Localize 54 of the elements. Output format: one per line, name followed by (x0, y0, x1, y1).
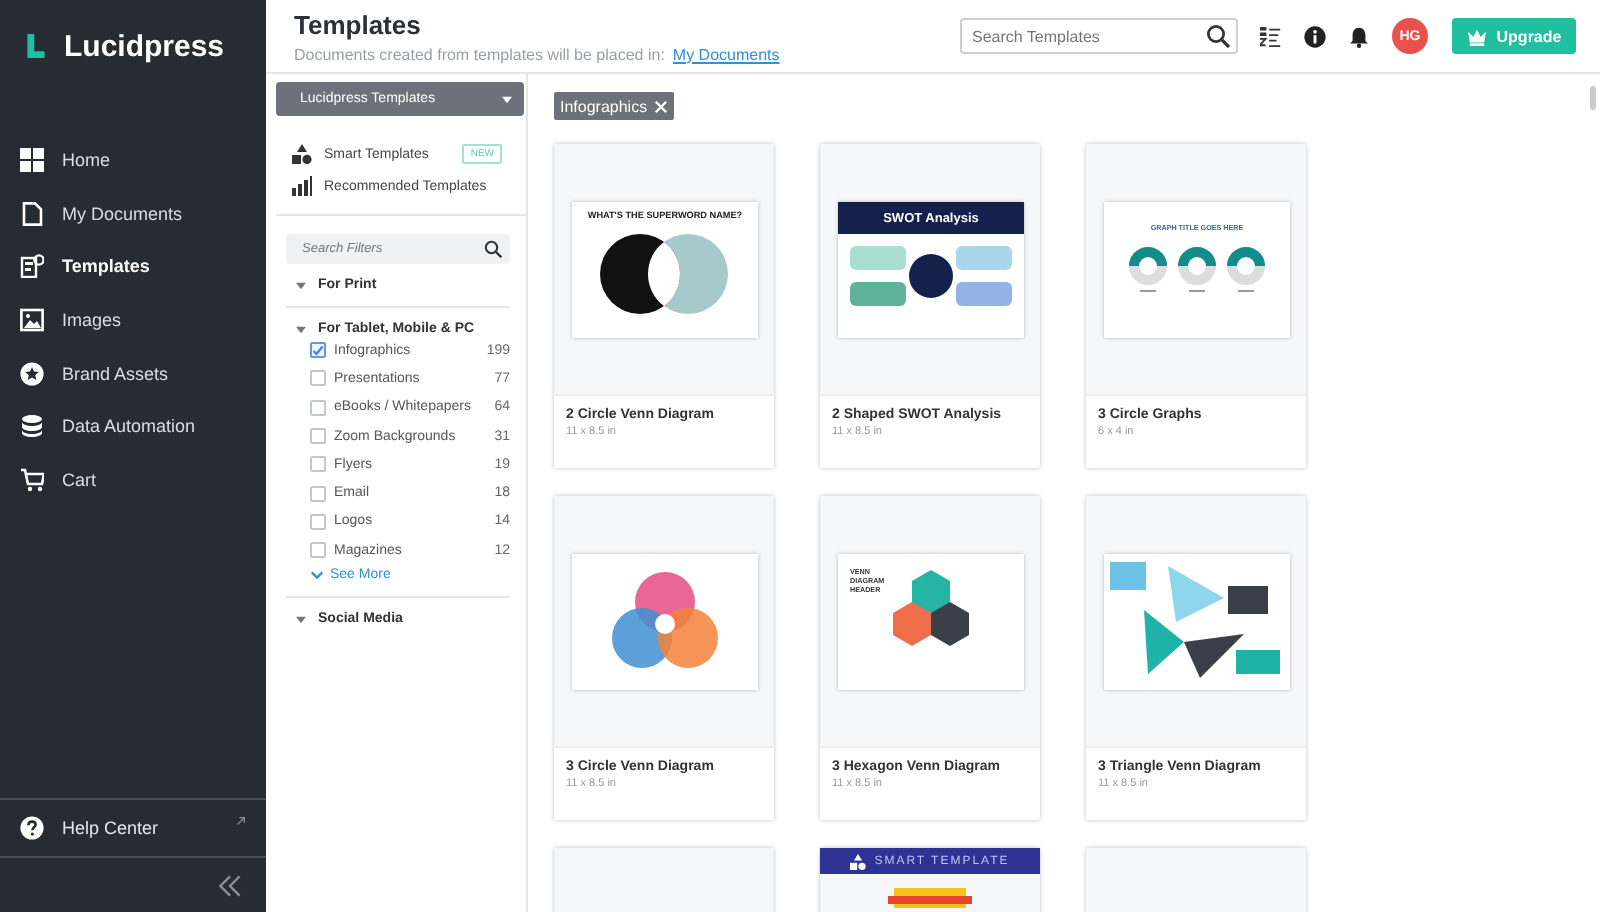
checkbox[interactable] (310, 513, 326, 530)
template-icon (20, 254, 44, 279)
donut-charts-drawing (1128, 246, 1264, 291)
logo-text: Lucidpress (64, 29, 225, 63)
nav-item[interactable]: Data Automation (0, 399, 266, 454)
chevron-down-icon (310, 570, 324, 581)
grid-icon (20, 148, 44, 173)
shapes-icon (292, 144, 312, 164)
help-icon (20, 816, 44, 840)
help-center-link[interactable]: Help Center (62, 818, 218, 838)
page-title: Templates (294, 9, 423, 39)
database-icon (20, 414, 44, 439)
caret-icon (296, 281, 306, 289)
venn-diagram-drawing (611, 571, 717, 667)
checkbox[interactable] (310, 542, 326, 559)
checkbox[interactable] (310, 399, 326, 416)
search-field[interactable]: Search Templates (960, 18, 1238, 54)
nav-item[interactable]: Brand Assets (0, 346, 266, 400)
document-icon (20, 201, 44, 226)
filter-chip[interactable]: Infographics (554, 92, 674, 120)
star-badge-icon (20, 361, 44, 386)
logo-icon (24, 34, 48, 58)
search-icon[interactable] (1206, 24, 1230, 48)
collapse-icon[interactable] (218, 873, 242, 897)
nav-item[interactable]: Cart (0, 453, 266, 507)
nav-item[interactable]: Images (0, 293, 266, 347)
info-icon[interactable] (1304, 25, 1326, 47)
nav-item[interactable]: My Documents (0, 187, 266, 241)
checkbox[interactable] (310, 342, 326, 359)
caret-icon (296, 325, 306, 333)
image-icon (20, 308, 44, 333)
close-icon[interactable] (653, 99, 668, 113)
hexagon-diagram-drawing (892, 569, 968, 645)
scrollbar-thumb[interactable] (1590, 86, 1596, 110)
nav-item[interactable]: Home (0, 134, 266, 188)
shapes-icon (850, 853, 867, 869)
checkbox[interactable] (310, 456, 326, 473)
my-documents-link[interactable]: My Documents (672, 45, 780, 63)
search-icon[interactable] (484, 240, 502, 258)
subtitle-text: Documents created from templates will be placed in: (294, 45, 665, 63)
sort-icon[interactable] (1260, 25, 1282, 47)
caret-icon (296, 615, 306, 624)
cart-icon (20, 467, 44, 492)
checkbox[interactable] (310, 428, 326, 445)
bar-chart-icon (292, 176, 312, 196)
bell-icon[interactable] (1348, 25, 1370, 47)
venn-diagram-drawing (599, 233, 727, 313)
external-arrow-icon[interactable] (236, 815, 246, 825)
nav-item[interactable]: Templates (0, 240, 266, 294)
crown-icon (1466, 27, 1489, 45)
ribbon-drawing (888, 888, 972, 908)
caret-icon (502, 95, 512, 103)
checkbox[interactable] (310, 485, 326, 502)
checkbox[interactable] (310, 370, 326, 387)
